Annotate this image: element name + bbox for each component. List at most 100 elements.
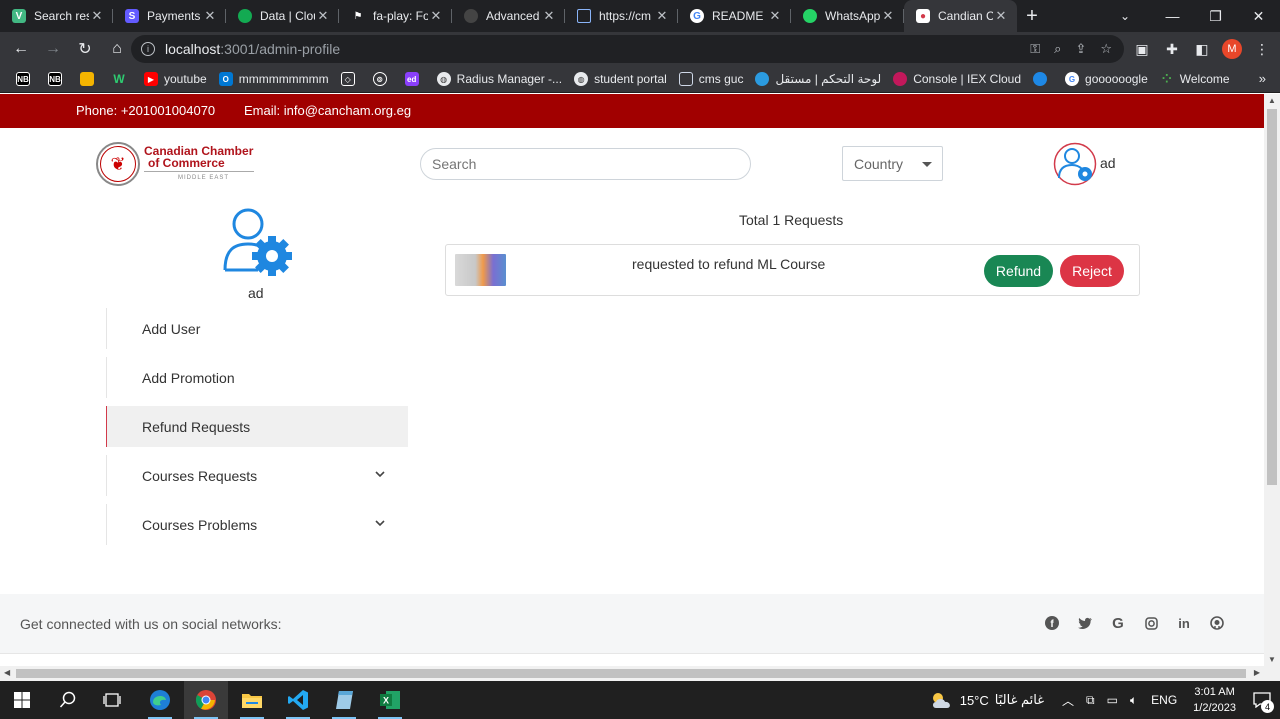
volume-icon[interactable]: 🔈︎ (1130, 693, 1137, 708)
network-icon[interactable]: ▭ (1107, 693, 1118, 707)
bookmark-item[interactable]: Ommmmmmmmm (213, 67, 335, 91)
header-user-name[interactable]: ad (1100, 155, 1116, 171)
sidebar-item-refund-requests[interactable]: Refund Requests (106, 406, 408, 447)
extension-screen-icon[interactable]: ▣ (1132, 39, 1152, 59)
instagram-icon[interactable] (1143, 615, 1159, 631)
cancham-logo[interactable]: ❦ Canadian Chamber of Commerce MIDDLE EA… (96, 142, 256, 186)
browser-tab[interactable]: S Payments ✕ (113, 0, 226, 32)
edge-icon[interactable] (138, 681, 182, 719)
bookmark-item[interactable]: ◍ Radius Manager -... (431, 67, 568, 91)
language-indicator[interactable]: ENG (1151, 693, 1177, 707)
bookmark-item[interactable]: NB (42, 67, 74, 91)
address-bar[interactable]: i localhost:3001/admin-profile ⚿ ⌕ ⇪ ☆ (131, 35, 1124, 63)
bookmark-item[interactable] (1027, 67, 1059, 91)
search-input[interactable] (420, 148, 751, 180)
bookmark-item[interactable]: cms guc (673, 67, 750, 91)
sidebar-item-courses-requests[interactable]: Courses Requests (106, 455, 408, 496)
bookmark-item[interactable]: لوحة التحكم | مستقل (749, 67, 887, 91)
bookmark-item[interactable]: Ggoooooogle (1059, 67, 1154, 91)
linkedin-icon[interactable]: in (1176, 615, 1192, 631)
bookmark-item[interactable]: NB (10, 67, 42, 91)
bookmark-item[interactable]: ▶ youtube (138, 67, 213, 91)
scroll-left-icon[interactable]: ◀ (4, 668, 10, 677)
google-icon[interactable]: G (1110, 615, 1126, 632)
user-avatar-icon[interactable] (1053, 142, 1097, 186)
close-icon[interactable]: ✕ (315, 8, 331, 24)
browser-tab-active[interactable]: ● Candian C ✕ (904, 0, 1017, 32)
weather-widget[interactable]: 15°C غائم غالبًا (930, 691, 1044, 709)
scroll-down-icon[interactable]: ▼ (1268, 655, 1276, 664)
close-icon[interactable]: ✕ (89, 8, 105, 24)
browser-tab[interactable]: G README F ✕ (678, 0, 791, 32)
close-icon[interactable]: ✕ (993, 8, 1009, 24)
bookmark-item[interactable]: ◇ (335, 67, 367, 91)
restore-icon[interactable]: ❐ (1194, 0, 1237, 32)
zoom-icon[interactable]: ⌕ (1054, 41, 1061, 57)
tray-chevron-up-icon[interactable]: ︿ (1062, 692, 1074, 709)
side-panel-icon[interactable]: ◧ (1192, 39, 1212, 59)
browser-tab[interactable]: https://cm ✕ (565, 0, 678, 32)
bookmarks-overflow-icon[interactable]: » (1259, 71, 1266, 86)
chevron-down-icon[interactable] (374, 468, 386, 480)
bookmark-item[interactable]: ◍ student portal (568, 67, 673, 91)
sidebar-item-add-user[interactable]: Add User (106, 308, 408, 349)
close-icon[interactable]: ✕ (767, 8, 783, 24)
sidebar-item-add-promotion[interactable]: Add Promotion (106, 357, 408, 398)
bookmark-item[interactable] (74, 67, 106, 91)
bookmark-item[interactable]: ⁘ Welcome (1154, 67, 1236, 91)
browser-tab[interactable]: Advanced ✕ (452, 0, 565, 32)
excel-icon[interactable]: X (368, 681, 412, 719)
bookmark-item[interactable]: W (106, 67, 138, 91)
vscode-icon[interactable] (276, 681, 320, 719)
task-view-icon[interactable] (90, 681, 134, 719)
reload-icon[interactable]: ↻ (70, 34, 100, 64)
search-icon[interactable] (46, 681, 90, 719)
taskbar-clock[interactable]: 3:01 AM 1/2/2023 (1193, 684, 1236, 716)
close-icon[interactable]: ✕ (880, 8, 896, 24)
share-icon[interactable]: ⇪ (1075, 41, 1086, 57)
github-icon[interactable] (1209, 615, 1225, 631)
file-explorer-icon[interactable] (230, 681, 274, 719)
close-icon[interactable]: ✕ (654, 8, 670, 24)
bookmark-item[interactable]: ed (399, 67, 431, 91)
notepad-icon[interactable] (322, 681, 366, 719)
facebook-icon[interactable]: f (1044, 615, 1060, 631)
browser-tab[interactable]: ⚑ fa-play: Fo ✕ (339, 0, 452, 32)
close-icon[interactable]: ✕ (202, 8, 218, 24)
windows-start-icon[interactable] (0, 681, 44, 719)
close-window-icon[interactable]: ✕ (1237, 0, 1280, 32)
browser-tab[interactable]: WhatsApp ✕ (791, 0, 904, 32)
tab-search-icon[interactable]: ⌄ (1110, 0, 1140, 32)
chrome-icon[interactable] (184, 681, 228, 719)
profile-avatar-icon[interactable]: M (1222, 39, 1242, 59)
new-tab-button[interactable]: + (1017, 0, 1047, 32)
notifications-icon[interactable]: 4 (1244, 681, 1280, 719)
close-icon[interactable]: ✕ (428, 8, 444, 24)
menu-kebab-icon[interactable]: ⋮ (1252, 39, 1272, 59)
browser-tab[interactable]: V Search res ✕ (0, 0, 113, 32)
horizontal-scrollbar[interactable]: ◀ ▶ (0, 666, 1280, 681)
key-icon[interactable]: ⚿ (1030, 41, 1040, 57)
country-select[interactable]: Country (842, 146, 943, 181)
extensions-puzzle-icon[interactable]: ✚ (1162, 39, 1182, 59)
chevron-down-icon[interactable] (374, 517, 386, 529)
forward-icon[interactable]: → (38, 34, 68, 64)
bookmark-star-icon[interactable]: ☆ (1100, 41, 1112, 57)
bookmark-item[interactable]: ⊚ (367, 67, 399, 91)
meet-now-icon[interactable]: ⧉ (1086, 693, 1095, 708)
close-icon[interactable]: ✕ (541, 8, 557, 24)
scrollbar-thumb[interactable] (1267, 109, 1277, 485)
browser-tab[interactable]: Data | Clou ✕ (226, 0, 339, 32)
home-icon[interactable]: ⌂ (102, 34, 132, 64)
sidebar-item-courses-problems[interactable]: Courses Problems (106, 504, 408, 545)
scrollbar-thumb[interactable] (16, 669, 1246, 678)
scroll-up-icon[interactable]: ▲ (1268, 96, 1276, 105)
bookmark-item[interactable]: Console | IEX Cloud (887, 67, 1027, 91)
minimize-icon[interactable]: — (1151, 0, 1194, 32)
site-info-icon[interactable]: i (141, 42, 155, 56)
reject-button[interactable]: Reject (1060, 255, 1124, 287)
refund-button[interactable]: Refund (984, 255, 1053, 287)
twitter-icon[interactable] (1077, 615, 1093, 631)
scroll-right-icon[interactable]: ▶ (1254, 668, 1260, 677)
vertical-scrollbar[interactable]: ▲ ▼ (1264, 94, 1280, 666)
